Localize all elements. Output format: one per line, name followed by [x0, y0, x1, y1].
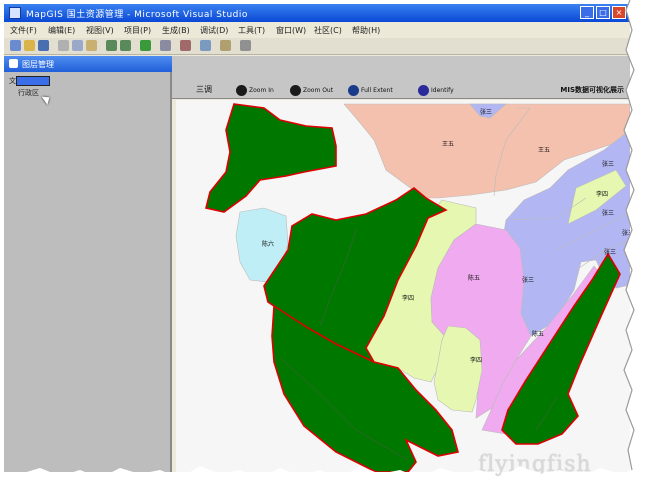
torn-paper-edge [0, 0, 660, 498]
